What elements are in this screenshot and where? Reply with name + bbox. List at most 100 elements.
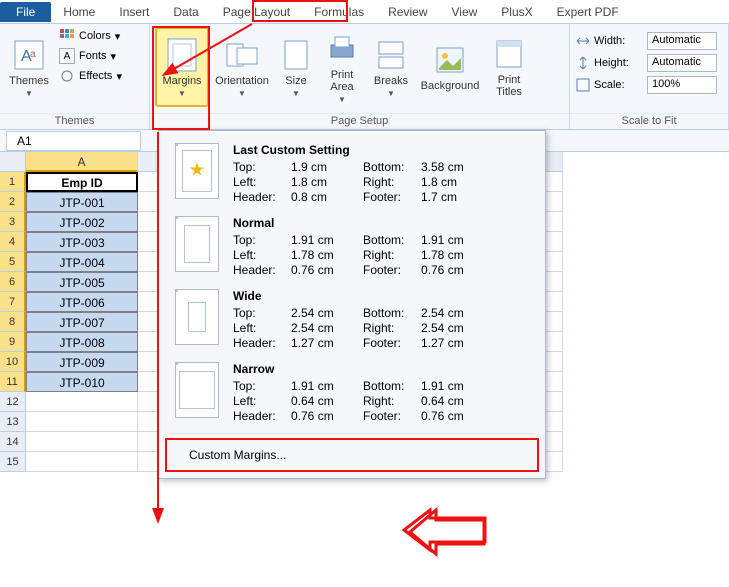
group-label-page-setup: Page Setup — [150, 113, 569, 129]
lbl: Right: — [363, 394, 421, 408]
cell[interactable]: JTP-002 — [26, 212, 138, 232]
margin-preview-icon — [175, 143, 219, 199]
background-button[interactable]: Background — [415, 27, 485, 107]
lbl: Top: — [233, 160, 291, 174]
row-head[interactable]: 12 — [0, 392, 26, 412]
val: 1.91 cm — [421, 379, 483, 393]
themes-icon: Aa — [11, 37, 47, 73]
cell[interactable] — [26, 412, 138, 432]
cell[interactable]: JTP-010 — [26, 372, 138, 392]
val: 2.54 cm — [291, 306, 363, 320]
lbl: Bottom: — [363, 160, 421, 174]
size-button[interactable]: Size ▼ — [275, 27, 317, 107]
row-head[interactable]: 8 — [0, 312, 26, 332]
name-box[interactable]: A1 — [6, 131, 141, 151]
effects-button[interactable]: Effects▾ — [57, 67, 124, 85]
lbl: Bottom: — [363, 379, 421, 393]
print-titles-button[interactable]: Print Titles — [485, 27, 533, 107]
tab-home[interactable]: Home — [51, 1, 107, 23]
chevron-down-icon: ▾ — [111, 50, 117, 63]
option-title: Normal — [233, 216, 529, 230]
tab-plusx[interactable]: PlusX — [489, 1, 544, 23]
height-select[interactable]: Automatic — [647, 54, 717, 72]
breaks-label: Breaks — [374, 75, 408, 87]
cell[interactable]: JTP-003 — [26, 232, 138, 252]
group-label-scale: Scale to Fit — [570, 113, 728, 129]
chevron-down-icon: ▼ — [338, 95, 346, 104]
chevron-down-icon: ▼ — [387, 89, 395, 98]
cell[interactable]: JTP-007 — [26, 312, 138, 332]
cell[interactable]: JTP-008 — [26, 332, 138, 352]
row-head[interactable]: 4 — [0, 232, 26, 252]
row-head[interactable]: 2 — [0, 192, 26, 212]
lbl: Bottom: — [363, 306, 421, 320]
row-head[interactable]: 15 — [0, 452, 26, 472]
row-head[interactable]: 13 — [0, 412, 26, 432]
width-icon — [575, 33, 591, 49]
print-area-button[interactable]: Print Area ▼ — [317, 27, 367, 107]
val: 0.64 cm — [421, 394, 483, 408]
breaks-icon — [373, 37, 409, 73]
row-head[interactable]: 7 — [0, 292, 26, 312]
row-head[interactable]: 3 — [0, 212, 26, 232]
cell[interactable] — [26, 432, 138, 452]
cell[interactable]: JTP-001 — [26, 192, 138, 212]
val: 1.9 cm — [291, 160, 363, 174]
themes-button[interactable]: Aa Themes ▼ — [5, 27, 53, 107]
tab-insert[interactable]: Insert — [107, 1, 161, 23]
val: 2.54 cm — [421, 321, 483, 335]
breaks-button[interactable]: Breaks ▼ — [367, 27, 415, 107]
cell[interactable]: Emp ID — [26, 172, 138, 192]
tab-file[interactable]: File — [0, 2, 51, 22]
col-head[interactable]: A — [26, 152, 138, 172]
scale-label: Scale: — [594, 79, 644, 91]
print-area-label: Print Area — [330, 69, 353, 93]
tab-expert-pdf[interactable]: Expert PDF — [545, 1, 631, 23]
cell[interactable]: JTP-006 — [26, 292, 138, 312]
select-all-corner[interactable] — [0, 152, 26, 172]
scale-input[interactable]: 100% — [647, 76, 717, 94]
lbl: Left: — [233, 175, 291, 189]
fonts-button[interactable]: A Fonts▾ — [57, 47, 124, 65]
width-select[interactable]: Automatic — [647, 32, 717, 50]
row-head[interactable]: 14 — [0, 432, 26, 452]
annotation-arrow — [160, 20, 260, 83]
print-area-icon — [324, 31, 360, 67]
margins-option-normal[interactable]: Normal Top:1.91 cmBottom:1.91 cm Left:1.… — [159, 210, 545, 283]
scale-icon — [575, 77, 591, 93]
fonts-label: Fonts — [79, 50, 107, 62]
row-head[interactable]: 6 — [0, 272, 26, 292]
row-head[interactable]: 10 — [0, 352, 26, 372]
lbl: Top: — [233, 233, 291, 247]
colors-label: Colors — [79, 30, 111, 42]
cell[interactable] — [26, 452, 138, 472]
cell[interactable] — [26, 392, 138, 412]
lbl: Footer: — [363, 190, 421, 204]
ribbon-tabs: File Home Insert Data Page Layout Formul… — [0, 0, 729, 24]
margins-option-wide[interactable]: Wide Top:2.54 cmBottom:2.54 cm Left:2.54… — [159, 283, 545, 356]
row-head[interactable]: 9 — [0, 332, 26, 352]
colors-button[interactable]: Colors▾ — [57, 27, 124, 45]
print-titles-label: Print Titles — [496, 74, 522, 98]
val: 2.54 cm — [291, 321, 363, 335]
tab-view[interactable]: View — [440, 1, 490, 23]
val: 1.27 cm — [421, 336, 483, 350]
margins-dropdown: Last Custom Setting Top:1.9 cmBottom:3.5… — [158, 130, 546, 479]
val: 2.54 cm — [421, 306, 483, 320]
cell[interactable]: JTP-005 — [26, 272, 138, 292]
lbl: Footer: — [363, 336, 421, 350]
val: 1.91 cm — [421, 233, 483, 247]
custom-margins-item[interactable]: Custom Margins... — [165, 438, 539, 472]
val: 0.76 cm — [421, 409, 483, 423]
tab-formulas[interactable]: Formulas — [302, 1, 376, 23]
row-head[interactable]: 1 — [0, 172, 26, 192]
margins-option-last[interactable]: Last Custom Setting Top:1.9 cmBottom:3.5… — [159, 137, 545, 210]
tab-review[interactable]: Review — [376, 1, 439, 23]
ribbon: Aa Themes ▼ Colors▾ A Fonts▾ Effects▾ — [0, 24, 729, 130]
cell[interactable]: JTP-004 — [26, 252, 138, 272]
row-head[interactable]: 5 — [0, 252, 26, 272]
margins-option-narrow[interactable]: Narrow Top:1.91 cmBottom:1.91 cm Left:0.… — [159, 356, 545, 429]
row-head[interactable]: 11 — [0, 372, 26, 392]
cell[interactable]: JTP-009 — [26, 352, 138, 372]
lbl: Header: — [233, 263, 291, 277]
